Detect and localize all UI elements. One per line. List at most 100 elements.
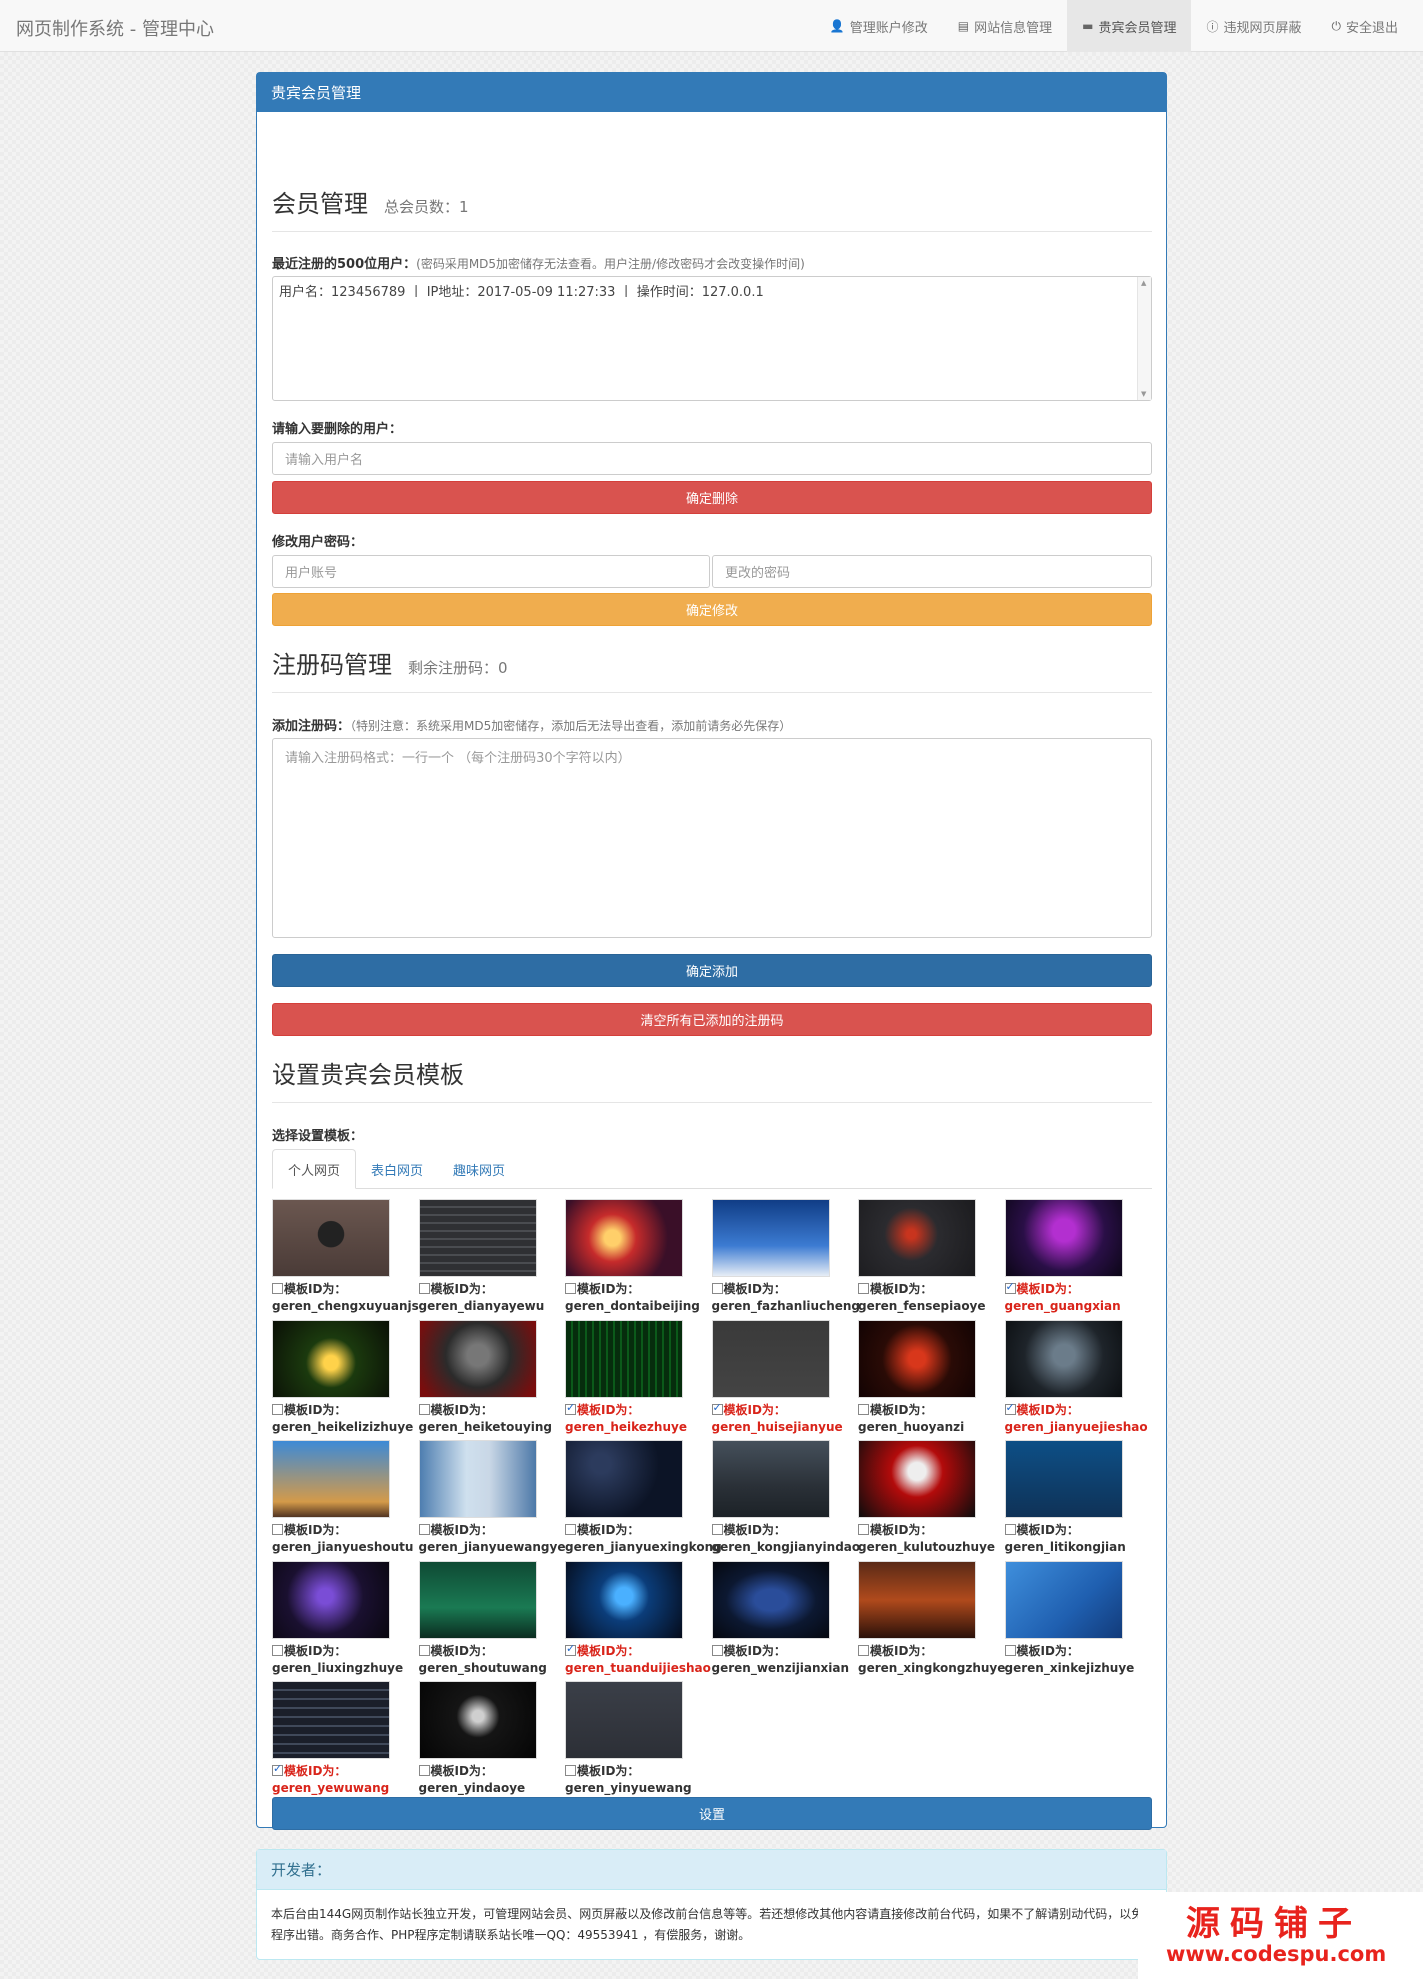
template-id-label: 模板ID为： [1004, 1401, 1135, 1418]
template-checkbox[interactable] [711, 1644, 723, 1656]
template-checkbox[interactable] [272, 1762, 283, 1776]
template-checkbox[interactable] [565, 1524, 576, 1535]
template-checkbox[interactable] [272, 1644, 283, 1656]
template-checkbox[interactable] [1004, 1524, 1016, 1535]
template-thumbnail[interactable] [272, 1681, 390, 1759]
template-id-label: 模板ID为： [418, 1762, 549, 1779]
template-id-value: geren_huisejianyue [711, 1419, 843, 1434]
pwd-new-input[interactable]: 更改的密码 [712, 555, 1152, 588]
template-checkbox[interactable] [711, 1401, 723, 1415]
add-code-label: 添加注册码：（特别注意：系统采用MD5加密储存，添加后无法导出查看，添加前请务必… [272, 715, 791, 734]
template-thumbnail[interactable] [1004, 1319, 1123, 1398]
template-id-prefix: 模板ID为： [284, 1282, 347, 1296]
template-checkbox[interactable] [418, 1765, 430, 1776]
template-checkbox[interactable] [858, 1524, 869, 1535]
tab-personal[interactable]: 个人网页 [272, 1149, 357, 1189]
set-template-button[interactable]: 设置 [272, 1797, 1152, 1830]
template-thumbnail[interactable] [418, 1440, 537, 1518]
template-thumbnail[interactable] [418, 1319, 537, 1398]
add-code-textarea[interactable]: 请输入注册码格式：一行一个 （每个注册码30个字符以内） [272, 738, 1152, 938]
nav-block[interactable]: ⓘ 违规网页屏蔽 [1191, 0, 1316, 52]
template-checkbox[interactable] [1004, 1280, 1016, 1294]
template-thumbnail[interactable] [418, 1560, 537, 1639]
template-id-label: 模板ID为： [272, 1521, 402, 1538]
brand-title[interactable]: 网页制作系统 - 管理中心 [16, 15, 214, 41]
template-thumbnail[interactable] [858, 1440, 976, 1518]
template-thumbnail[interactable] [1004, 1199, 1123, 1277]
template-thumbnail[interactable] [565, 1681, 683, 1759]
template-id-prefix: 模板ID为： [723, 1402, 786, 1417]
template-thumbnail[interactable] [272, 1199, 390, 1277]
change-password-label: 修改用户密码： [272, 535, 364, 550]
template-thumbnail[interactable] [711, 1199, 830, 1277]
pwd-account-input[interactable]: 用户账号 [272, 555, 710, 588]
template-thumbnail[interactable] [565, 1560, 683, 1639]
template-checkbox[interactable] [858, 1283, 869, 1294]
template-checkbox[interactable] [858, 1403, 869, 1415]
template-thumbnail[interactable] [858, 1560, 976, 1639]
template-checkbox[interactable] [272, 1283, 283, 1294]
template-item: 模板ID为： geren_chengxuyuanjs [257, 1199, 419, 1313]
template-thumbnail[interactable] [1004, 1440, 1123, 1518]
template-item: 模板ID为： geren_jianyuewangye [404, 1440, 566, 1554]
developer-panel: 开发者： 本后台由144G网页制作站长独立开发，可管理网站会员、网页屏蔽以及修改… [256, 1849, 1167, 1960]
recent-users-label-text: 最近注册的500位用户： [272, 257, 417, 272]
template-checkbox[interactable] [565, 1401, 576, 1415]
template-checkbox[interactable] [711, 1524, 723, 1535]
confirm-change-button[interactable]: 确定修改 [272, 593, 1152, 626]
top-nav: 👤 管理账户修改 ▤ 网站信息管理 ▬ 贵宾会员管理 ⓘ 违规网页屏蔽 ⏻ 安全… [815, 0, 1413, 52]
template-thumbnail[interactable] [565, 1319, 683, 1398]
template-thumbnail[interactable] [418, 1199, 537, 1277]
watermark: 源码铺子 www.codespu.com [1138, 1892, 1423, 1979]
template-checkbox[interactable] [418, 1403, 430, 1415]
tab-confession[interactable]: 表白网页 [356, 1149, 438, 1189]
template-thumbnail[interactable] [1004, 1560, 1123, 1639]
template-thumbnail[interactable] [711, 1440, 830, 1518]
delete-username-input[interactable]: 请输入用户名 [272, 442, 1152, 475]
template-thumbnail[interactable] [272, 1560, 390, 1639]
template-id-value: geren_jianyuewangye [418, 1540, 566, 1554]
template-checkbox[interactable] [565, 1283, 576, 1294]
recent-users-textarea[interactable]: 用户名：123456789 丨 IP地址：2017-05-09 11:27:33… [272, 276, 1152, 401]
template-id-prefix: 模板ID为： [870, 1523, 933, 1537]
template-thumbnail[interactable] [711, 1319, 830, 1398]
clear-codes-button[interactable]: 清空所有已添加的注册码 [272, 1003, 1152, 1036]
template-id-prefix: 模板ID为： [1016, 1523, 1079, 1537]
template-checkbox[interactable] [418, 1283, 430, 1294]
template-id-prefix: 模板ID为： [430, 1643, 493, 1658]
template-id-label: 模板ID为： [711, 1521, 842, 1538]
template-thumbnail[interactable] [858, 1319, 976, 1398]
confirm-delete-button[interactable]: 确定删除 [272, 481, 1152, 514]
template-checkbox[interactable] [1004, 1644, 1016, 1656]
template-checkbox[interactable] [272, 1403, 283, 1415]
info-icon: ⓘ [1206, 19, 1219, 34]
template-thumbnail[interactable] [858, 1199, 976, 1277]
nav-logout[interactable]: ⏻ 安全退出 [1316, 0, 1413, 52]
template-checkbox[interactable] [711, 1283, 723, 1294]
template-checkbox[interactable] [565, 1642, 576, 1656]
confirm-add-button[interactable]: 确定添加 [272, 954, 1152, 987]
template-thumbnail[interactable] [565, 1199, 683, 1277]
template-checkbox[interactable] [1004, 1401, 1016, 1415]
template-thumbnail[interactable] [418, 1681, 537, 1759]
template-id-value: geren_yewuwang [272, 1781, 390, 1795]
template-thumbnail[interactable] [711, 1560, 830, 1639]
template-item: 模板ID为： geren_wenzijianxian [697, 1560, 849, 1675]
template-thumbnail[interactable] [565, 1440, 683, 1518]
comment-icon: ▬ [1082, 19, 1094, 33]
template-id-value: geren_jianyuexingkong [565, 1540, 722, 1554]
nav-vip[interactable]: ▬ 贵宾会员管理 [1067, 0, 1192, 52]
template-checkbox[interactable] [418, 1524, 430, 1535]
nav-site-info[interactable]: ▤ 网站信息管理 [943, 0, 1067, 52]
tab-fun[interactable]: 趣味网页 [438, 1149, 520, 1189]
textarea-scrollbar[interactable] [1137, 277, 1151, 400]
template-thumbnail[interactable] [272, 1319, 390, 1398]
template-id-prefix: 模板ID为： [1016, 1402, 1079, 1417]
template-item: 模板ID为： geren_heiketouying [404, 1319, 552, 1434]
template-thumbnail[interactable] [272, 1440, 390, 1518]
template-checkbox[interactable] [418, 1644, 430, 1656]
template-checkbox[interactable] [565, 1765, 576, 1776]
template-checkbox[interactable] [272, 1524, 283, 1535]
template-checkbox[interactable] [858, 1644, 869, 1656]
nav-account[interactable]: 👤 管理账户修改 [815, 0, 943, 52]
